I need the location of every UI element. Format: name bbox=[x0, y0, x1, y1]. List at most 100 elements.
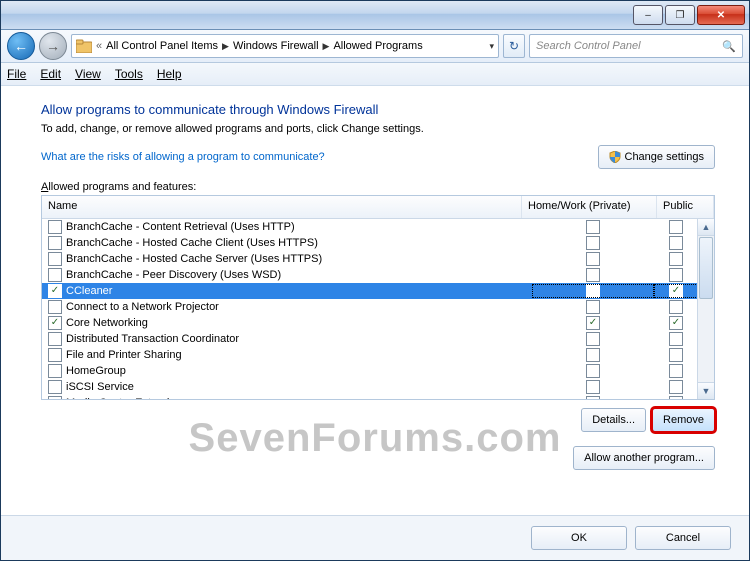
remove-button[interactable]: Remove bbox=[652, 408, 715, 432]
checkbox[interactable] bbox=[669, 380, 683, 394]
group-caption: Allowed programs and features: bbox=[41, 181, 715, 193]
checkbox[interactable] bbox=[669, 348, 683, 362]
allow-another-button[interactable]: Allow another program... bbox=[573, 446, 715, 470]
breadcrumb-allowed[interactable]: Allowed Programs bbox=[333, 40, 422, 52]
checkbox[interactable] bbox=[669, 236, 683, 250]
table-row[interactable]: BranchCache - Peer Discovery (Uses WSD) bbox=[42, 267, 698, 283]
row-label: Distributed Transaction Coordinator bbox=[66, 333, 239, 345]
breadcrumb-all-items[interactable]: All Control Panel Items bbox=[106, 40, 218, 52]
menu-edit[interactable]: Edit bbox=[40, 67, 61, 81]
checkbox[interactable] bbox=[669, 220, 683, 234]
content-area: Allow programs to communicate through Wi… bbox=[1, 86, 749, 515]
checkbox[interactable] bbox=[48, 348, 62, 362]
search-icon: 🔍 bbox=[722, 40, 736, 53]
checkbox[interactable] bbox=[48, 268, 62, 282]
change-settings-label: Change settings bbox=[625, 151, 705, 163]
table-row[interactable]: BranchCache - Content Retrieval (Uses HT… bbox=[42, 219, 698, 235]
row-label: BranchCache - Hosted Cache Client (Uses … bbox=[66, 237, 318, 249]
table-row[interactable]: BranchCache - Hosted Cache Server (Uses … bbox=[42, 251, 698, 267]
checkbox[interactable] bbox=[586, 348, 600, 362]
checkbox[interactable] bbox=[586, 364, 600, 378]
chevron-right-icon[interactable]: ▶ bbox=[323, 41, 330, 52]
checkbox[interactable] bbox=[48, 236, 62, 250]
row-label: BranchCache - Peer Discovery (Uses WSD) bbox=[66, 269, 281, 281]
checkbox[interactable] bbox=[586, 332, 600, 346]
table-row[interactable]: Distributed Transaction Coordinator bbox=[42, 331, 698, 347]
table-row[interactable]: iSCSI Service bbox=[42, 379, 698, 395]
change-settings-button[interactable]: Change settings bbox=[598, 145, 716, 169]
chevron-down-icon[interactable]: ▾ bbox=[489, 41, 494, 52]
ok-button[interactable]: OK bbox=[531, 526, 627, 550]
checkbox[interactable]: ✓ bbox=[669, 316, 683, 330]
checkbox[interactable] bbox=[586, 252, 600, 266]
checkbox[interactable] bbox=[48, 300, 62, 314]
checkbox[interactable] bbox=[586, 220, 600, 234]
table-row[interactable]: ✓ CCleaner ✓ bbox=[42, 283, 698, 299]
menu-tools[interactable]: Tools bbox=[115, 67, 143, 81]
list-header: Name Home/Work (Private) Public bbox=[42, 196, 714, 219]
cancel-button[interactable]: Cancel bbox=[635, 526, 731, 550]
checkbox[interactable] bbox=[669, 268, 683, 282]
maximize-button[interactable]: ❐ bbox=[665, 5, 695, 25]
table-row[interactable]: HomeGroup bbox=[42, 363, 698, 379]
checkbox[interactable] bbox=[586, 284, 600, 298]
checkbox[interactable] bbox=[586, 380, 600, 394]
table-row[interactable]: Media Center Extenders bbox=[42, 395, 698, 399]
risk-link[interactable]: What are the risks of allowing a program… bbox=[41, 151, 325, 163]
navigation-bar: ← → « All Control Panel Items ▶ Windows … bbox=[1, 30, 749, 63]
checkbox[interactable] bbox=[48, 380, 62, 394]
programs-list: Name Home/Work (Private) Public BranchCa… bbox=[41, 195, 715, 400]
checkbox[interactable] bbox=[669, 396, 683, 399]
minimize-button[interactable]: – bbox=[633, 5, 663, 25]
checkbox[interactable] bbox=[48, 220, 62, 234]
search-placeholder: Search Control Panel bbox=[536, 40, 641, 52]
checkbox[interactable] bbox=[586, 236, 600, 250]
checkbox[interactable] bbox=[669, 300, 683, 314]
checkbox[interactable] bbox=[48, 364, 62, 378]
scroll-thumb[interactable] bbox=[699, 237, 713, 299]
checkbox[interactable] bbox=[48, 332, 62, 346]
chevron-right-icon[interactable]: ▶ bbox=[222, 41, 229, 52]
table-row[interactable]: File and Printer Sharing bbox=[42, 347, 698, 363]
checkbox[interactable]: ✓ bbox=[48, 316, 62, 330]
breadcrumb-firewall[interactable]: Windows Firewall bbox=[233, 40, 319, 52]
scroll-down-button[interactable]: ▼ bbox=[698, 382, 714, 399]
column-home[interactable]: Home/Work (Private) bbox=[522, 196, 657, 218]
scrollbar[interactable]: ▲ ▼ bbox=[697, 219, 714, 399]
column-public[interactable]: Public bbox=[657, 196, 714, 218]
checkbox[interactable] bbox=[586, 268, 600, 282]
back-button[interactable]: ← bbox=[7, 32, 35, 60]
checkbox[interactable]: ✓ bbox=[669, 284, 683, 298]
column-name[interactable]: Name bbox=[42, 196, 522, 218]
row-label: CCleaner bbox=[66, 285, 112, 297]
refresh-button[interactable]: ↻ bbox=[503, 34, 525, 58]
checkbox[interactable] bbox=[669, 364, 683, 378]
checkbox[interactable] bbox=[48, 252, 62, 266]
scroll-up-button[interactable]: ▲ bbox=[698, 219, 714, 236]
list-body: BranchCache - Content Retrieval (Uses HT… bbox=[42, 219, 714, 399]
checkbox[interactable] bbox=[586, 396, 600, 399]
table-row[interactable]: Connect to a Network Projector bbox=[42, 299, 698, 315]
window-frame: – ❐ ✕ ← → « All Control Panel Items ▶ Wi… bbox=[0, 0, 750, 561]
address-bar[interactable]: « All Control Panel Items ▶ Windows Fire… bbox=[71, 34, 499, 58]
table-row[interactable]: BranchCache - Hosted Cache Client (Uses … bbox=[42, 235, 698, 251]
row-label: Connect to a Network Projector bbox=[66, 301, 219, 313]
page-title: Allow programs to communicate through Wi… bbox=[41, 102, 715, 117]
checkbox[interactable]: ✓ bbox=[586, 316, 600, 330]
checkbox[interactable] bbox=[48, 396, 62, 399]
checkbox[interactable]: ✓ bbox=[48, 284, 62, 298]
menu-file[interactable]: File bbox=[7, 67, 26, 81]
menu-view[interactable]: View bbox=[75, 67, 101, 81]
table-row[interactable]: ✓ Core Networking ✓ ✓ bbox=[42, 315, 698, 331]
menu-help[interactable]: Help bbox=[157, 67, 182, 81]
row-label: Core Networking bbox=[66, 317, 148, 329]
checkbox[interactable] bbox=[586, 300, 600, 314]
search-input[interactable]: Search Control Panel 🔍 bbox=[529, 34, 743, 58]
checkbox[interactable] bbox=[669, 252, 683, 266]
menu-bar: File Edit View Tools Help bbox=[1, 63, 749, 86]
details-button[interactable]: Details... bbox=[581, 408, 646, 432]
close-button[interactable]: ✕ bbox=[697, 5, 745, 25]
page-subtext: To add, change, or remove allowed progra… bbox=[41, 123, 715, 135]
checkbox[interactable] bbox=[669, 332, 683, 346]
forward-button[interactable]: → bbox=[39, 32, 67, 60]
